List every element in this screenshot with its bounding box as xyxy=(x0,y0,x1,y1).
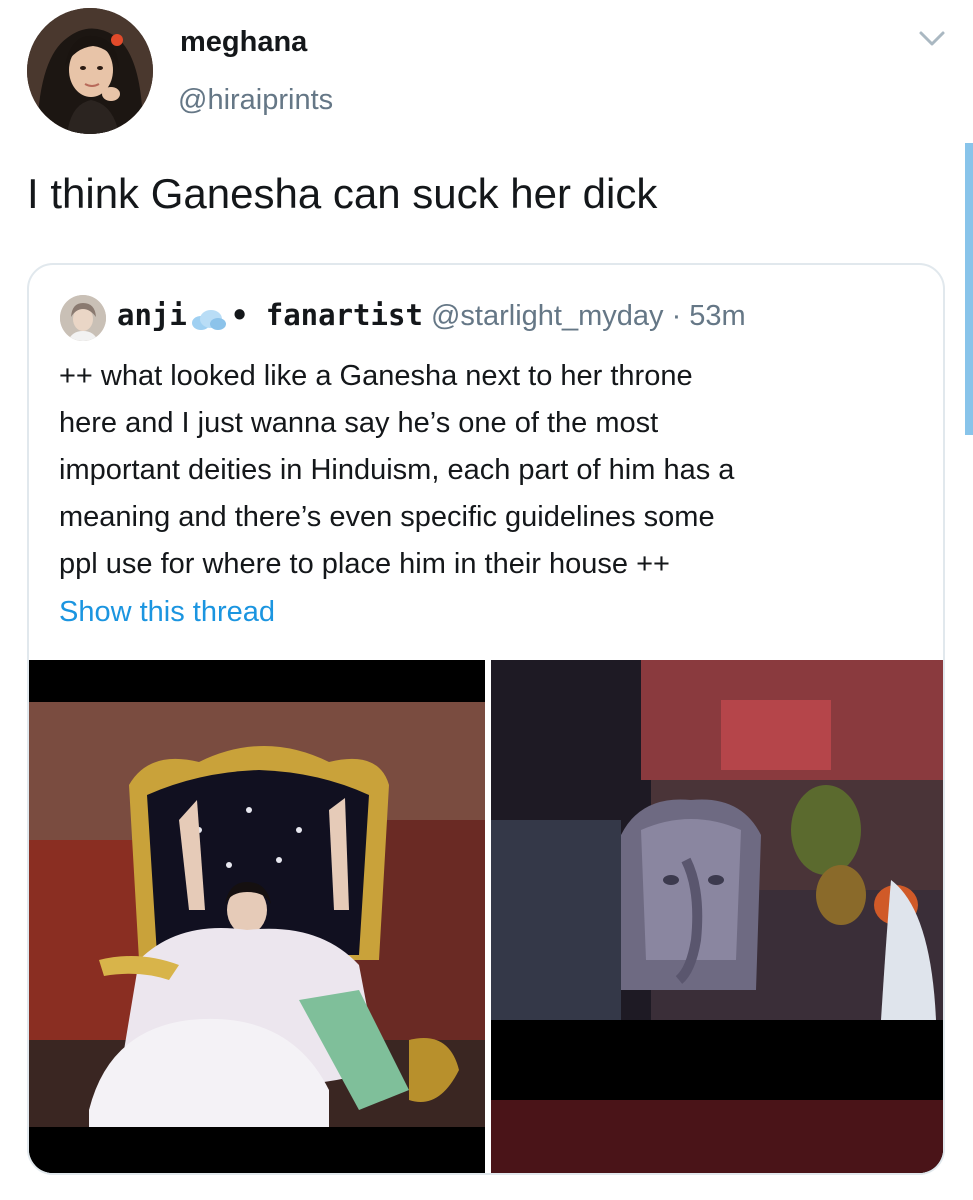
quoted-tweet-text: ++ what looked like a Ganesha next to he… xyxy=(59,353,929,588)
cloud-icon xyxy=(189,306,227,331)
quoted-tweet-card[interactable]: anji • fanartist @starlight_myday · 53m +… xyxy=(27,263,945,1175)
author-handle[interactable]: @hiraiprints xyxy=(178,84,333,117)
media-grid xyxy=(29,660,943,1173)
quoted-author-avatar[interactable] xyxy=(60,295,106,341)
quoted-text-line: important deities in Hinduism, each part… xyxy=(59,454,735,486)
quoted-display-name-suffix[interactable]: • fanartist xyxy=(231,298,423,332)
scroll-indicator xyxy=(965,143,973,435)
quoted-text-line: here and I just wanna say he’s one of th… xyxy=(59,407,659,439)
show-thread-link[interactable]: Show this thread xyxy=(59,596,275,629)
quoted-text-line: ++ what looked like a Ganesha next to he… xyxy=(59,360,693,392)
quoted-text-line: meaning and there’s even specific guidel… xyxy=(59,501,715,533)
tweet-text: I think Ganesha can suck her dick xyxy=(27,170,658,217)
chevron-down-icon[interactable] xyxy=(912,24,952,54)
quoted-timestamp[interactable]: 53m xyxy=(689,300,745,332)
media-image-ganesha[interactable] xyxy=(491,660,943,1173)
author-display-name[interactable]: meghana xyxy=(180,26,307,59)
quoted-tweet-header: anji • fanartist @starlight_myday · 53m xyxy=(117,298,746,333)
quoted-text-line: ppl use for where to place him in their … xyxy=(59,548,670,580)
quoted-display-name[interactable]: anji xyxy=(117,298,187,332)
author-avatar[interactable] xyxy=(27,8,153,134)
media-image-throne[interactable] xyxy=(29,660,485,1173)
separator-dot: · xyxy=(671,300,682,332)
quoted-handle[interactable]: @starlight_myday xyxy=(431,300,664,332)
